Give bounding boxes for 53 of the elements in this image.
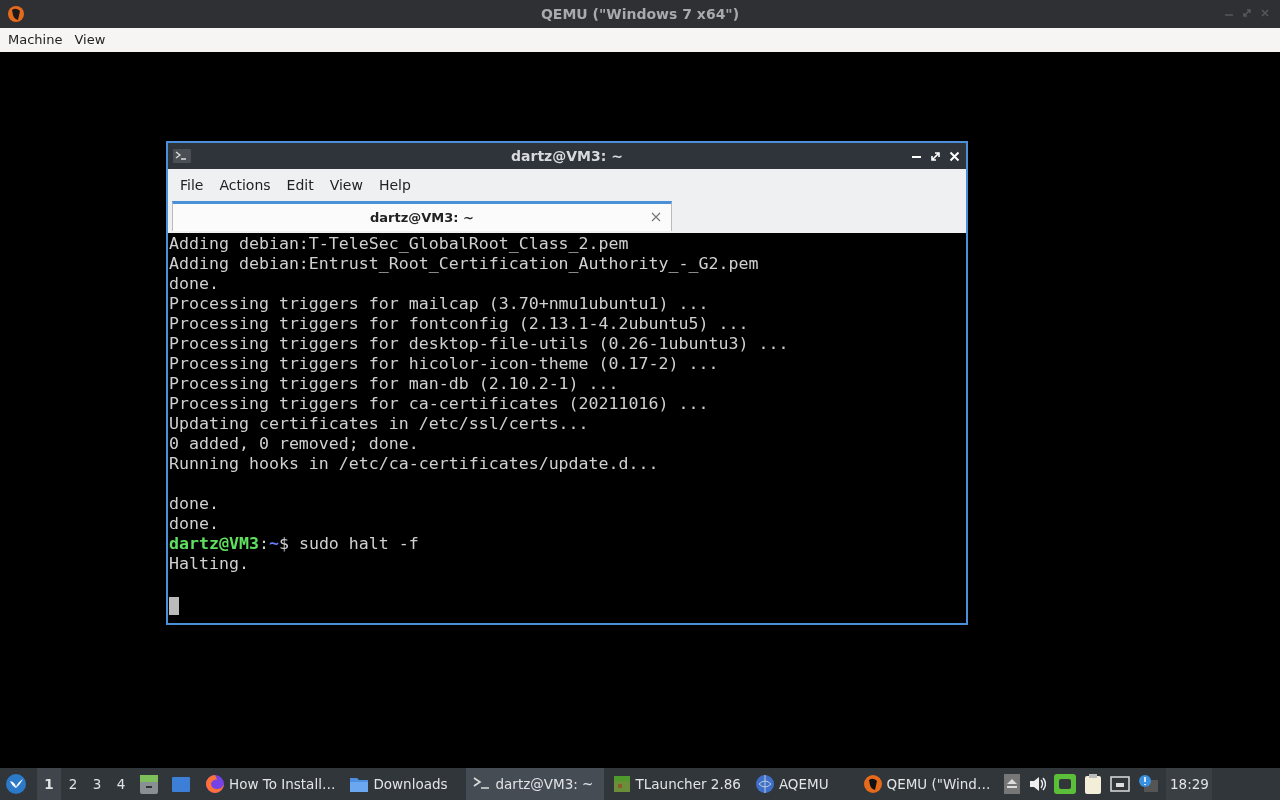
workspace-button[interactable]: 1 [37,768,61,800]
workspace-button[interactable]: 2 [61,768,85,800]
prompt-line: dartz@VM3:~$ sudo halt -f [169,534,420,554]
text-cursor [169,597,179,615]
output-line: done. [169,514,220,534]
eject-icon[interactable] [1004,774,1021,794]
output-line: Processing triggers for hicolor-icon-theme (0.17-2) ... [169,354,720,374]
menu-item[interactable]: View [70,30,110,50]
qemu-logo-icon [6,4,26,24]
notification-icon[interactable] [1138,774,1159,794]
output-line: Processing triggers for ca-certificates (20211016) ... [169,394,710,414]
menu-item[interactable]: View [321,172,371,198]
window-title: dartz@VM3: ~ [511,146,623,166]
taskbar-button[interactable]: AQEMU [748,768,835,800]
window-title: QEMU ("Windows 7 x64") [540,4,740,24]
output-line: Processing triggers for mailcap (3.70+nmu1ubuntu1) ... [169,294,710,314]
workspace-button[interactable]: 4 [109,768,133,800]
volume-icon[interactable] [1028,775,1047,793]
clipboard-icon[interactable] [1084,774,1103,794]
output-line: Adding debian:T-TeleSec_GlobalRoot_Class_2.pem [169,234,630,254]
network-icon[interactable] [1110,775,1131,793]
output-line: done. [169,494,220,514]
output-line: done. [169,274,220,294]
globe-icon [754,774,775,794]
tab[interactable]: dartz@VM3: ~ [172,201,672,231]
terminal-icon [173,149,191,163]
menu-item[interactable]: Help [370,172,419,198]
desktop-icon[interactable] [171,775,191,793]
app-icon[interactable] [1054,774,1077,794]
start-menu-icon[interactable] [5,773,27,795]
taskbar-button[interactable]: dartz@VM3: ~ [465,768,604,800]
taskbar-button[interactable]: TLauncher 2.86 [605,768,747,800]
output-line: Processing triggers for man-db (2.10.2-1) ... [169,374,620,394]
qemu-logo-icon [862,774,883,794]
workspace-button[interactable]: 3 [85,768,109,800]
output-line: Adding debian:Entrust_Root_Certification_Authority_-_G2.pem [169,254,760,274]
output-line: Halting. [169,554,250,574]
output-line: 0 added, 0 removed; done. [169,434,420,454]
menu-item[interactable]: File [172,172,212,198]
output-line: Updating certificates in /etc/ssl/certs... [169,414,590,434]
output-line: Running hooks in /etc/ca-certificates/update.d... [169,454,660,474]
taskbar-button[interactable]: QEMU ("Wind… [856,768,997,800]
taskbar-button[interactable]: Downloads [343,768,454,800]
taskbar-button[interactable]: How To Install… [199,768,342,800]
browser-icon [205,774,225,794]
menu-item[interactable]: Actions [211,172,279,198]
menu-item[interactable]: Machine [4,30,67,50]
file-cabinet-icon[interactable] [139,773,159,795]
output-line: Processing triggers for fontconfig (2.13.1-4.2ubuntu5) ... [169,314,750,334]
block-icon [611,774,632,794]
clock: 18:29 [1166,768,1213,800]
menu-item[interactable]: Edit [278,172,322,198]
output-line: Processing triggers for desktop-file-utils (0.26-1ubuntu3) ... [169,334,790,354]
